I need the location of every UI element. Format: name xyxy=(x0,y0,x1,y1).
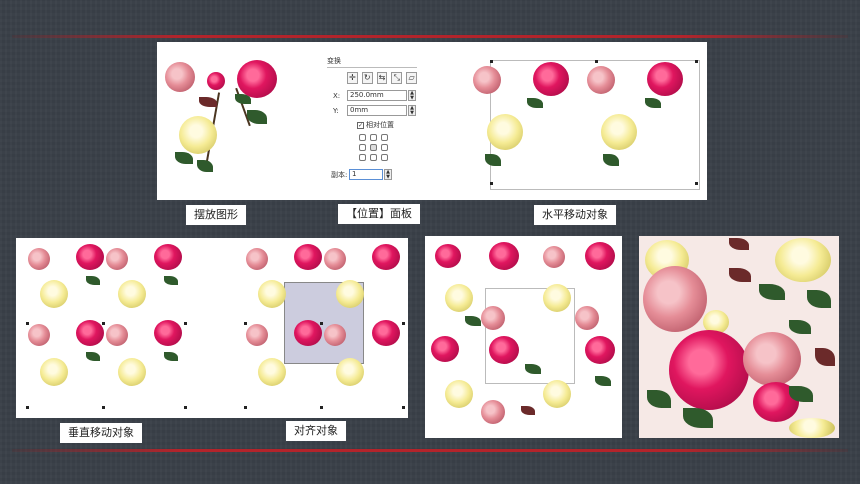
transform-panel-title: 变换 xyxy=(327,56,417,68)
copies-spinner[interactable]: ▲ ▼ xyxy=(384,169,392,180)
panel-move-vertical-and-align xyxy=(16,238,408,418)
mirror-icon[interactable]: ⇆ xyxy=(376,72,388,84)
caption-move-vertical: 垂直移动对象 xyxy=(60,423,142,443)
panel-final-pattern xyxy=(639,236,839,438)
x-position-input[interactable]: 250.0mm xyxy=(347,90,407,101)
panel-tiled-pattern xyxy=(425,236,622,438)
y-position-input[interactable]: 0mm xyxy=(347,105,407,116)
top-divider xyxy=(12,35,848,38)
caption-position-panel: 【位置】面板 xyxy=(338,204,420,224)
transform-tool-icons: ✛ ↻ ⇆ ⤡ ▱ xyxy=(347,72,417,84)
y-spinner[interactable]: ▲ ▼ xyxy=(408,105,416,116)
copies-label: 副本: xyxy=(331,170,348,179)
x-position-row: X: 250.0mm ▲ ▼ xyxy=(333,90,417,101)
scale-icon[interactable]: ⤡ xyxy=(391,72,403,84)
panel-move-horizontal xyxy=(455,42,707,200)
anchor-bottom-right[interactable] xyxy=(381,154,388,161)
anchor-center[interactable] xyxy=(370,144,377,151)
y-position-row: Y: 0mm ▲ ▼ xyxy=(333,105,417,116)
transform-panel: 变换 ✛ ↻ ⇆ ⤡ ▱ X: 250.0mm ▲ ▼ Y: 0mm ▲ ▼ ✓ 相对… xyxy=(327,56,417,180)
y-label: Y: xyxy=(333,106,339,115)
caption-align: 对齐对象 xyxy=(286,421,346,441)
relative-position-label: 相对位置 xyxy=(366,121,394,129)
caption-arrange: 摆放图形 xyxy=(186,205,246,225)
anchor-point-grid xyxy=(359,134,417,161)
anchor-middle-left[interactable] xyxy=(359,144,366,151)
relative-position-checkbox[interactable]: ✓ 相对位置 xyxy=(357,120,417,130)
move-icon[interactable]: ✛ xyxy=(347,72,358,84)
anchor-bottom-center[interactable] xyxy=(370,154,377,161)
x-label: X: xyxy=(333,91,341,100)
checkbox-checked-icon: ✓ xyxy=(357,122,364,129)
anchor-bottom-left[interactable] xyxy=(359,154,366,161)
x-spinner[interactable]: ▲ ▼ xyxy=(408,90,416,101)
copies-row: 副本: 1 ▲ ▼ xyxy=(331,169,417,180)
skew-icon[interactable]: ▱ xyxy=(406,72,417,84)
caption-move-horizontal: 水平移动对象 xyxy=(534,205,616,225)
copies-input[interactable]: 1 xyxy=(349,169,383,180)
bottom-divider xyxy=(12,449,848,452)
anchor-top-center[interactable] xyxy=(370,134,377,141)
anchor-top-left[interactable] xyxy=(359,134,366,141)
anchor-middle-right[interactable] xyxy=(381,144,388,151)
panel-arrange-and-transform: 变换 ✛ ↻ ⇆ ⤡ ▱ X: 250.0mm ▲ ▼ Y: 0mm ▲ ▼ ✓ 相对… xyxy=(157,42,455,200)
rotate-icon[interactable]: ↻ xyxy=(361,72,373,84)
anchor-top-right[interactable] xyxy=(381,134,388,141)
